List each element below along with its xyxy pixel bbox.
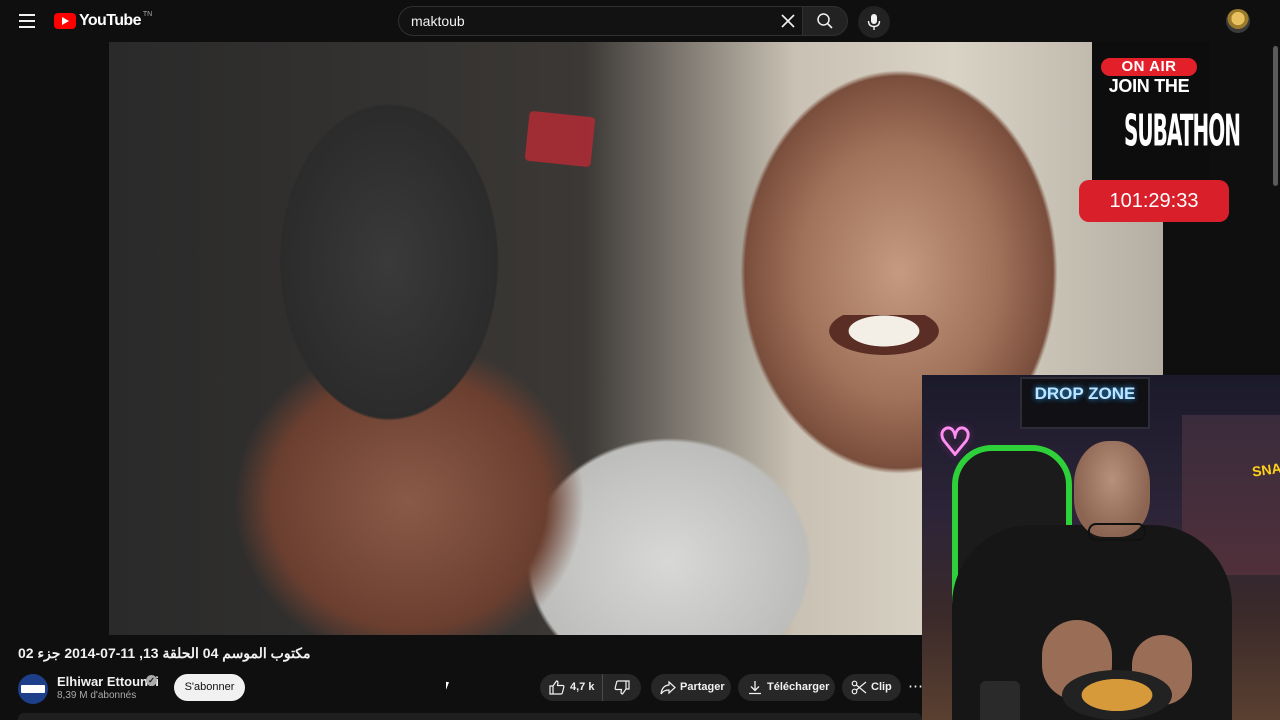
search-button[interactable] xyxy=(802,6,848,36)
like-count: 4,7 k xyxy=(570,681,595,693)
search-icon xyxy=(817,13,833,29)
like-button[interactable]: 4,7 k xyxy=(540,674,603,701)
clip-button[interactable]: Clip xyxy=(842,674,901,701)
download-label: Télécharger xyxy=(767,681,830,693)
microphone-button[interactable] xyxy=(858,6,890,38)
mouse-cursor-icon xyxy=(446,681,449,691)
account-avatar[interactable] xyxy=(1226,9,1250,33)
bottle xyxy=(980,681,1020,720)
glasses xyxy=(1088,523,1146,541)
thumbs-up-icon xyxy=(549,680,565,695)
share-label: Partager xyxy=(680,681,725,693)
clip-label: Clip xyxy=(871,681,892,693)
on-air-badge: ON AIR xyxy=(1101,58,1197,76)
video-title: مكتوب الموسم 04 الحلقة 13, 11-07-2014 جز… xyxy=(18,645,311,661)
search-input[interactable] xyxy=(411,13,771,29)
channel-avatar[interactable] xyxy=(18,674,48,704)
video-frame-detail xyxy=(524,110,596,168)
like-dislike-group: 4,7 k xyxy=(540,674,641,701)
subathon-timer: 101:29:33 xyxy=(1079,180,1229,222)
play-logo-icon xyxy=(54,13,76,29)
subscribe-button[interactable]: S'abonner xyxy=(174,674,245,701)
hamburger-menu-icon[interactable] xyxy=(14,9,40,33)
download-icon xyxy=(749,681,761,695)
food-plate xyxy=(1062,670,1172,720)
description-box-edge[interactable] xyxy=(18,713,922,720)
streamer-webcam: DROP ZONE SNAP ♡ xyxy=(922,375,1280,720)
more-actions-icon[interactable]: ⋯ xyxy=(908,674,923,701)
neon-sign: DROP ZONE xyxy=(1020,377,1150,429)
scissors-icon xyxy=(851,680,867,695)
video-frame-detail xyxy=(829,315,939,355)
clear-search-icon[interactable] xyxy=(778,11,798,31)
app-window: YouTube TN ON AIR JOIN THE SUBATHON 101:… xyxy=(0,0,1280,720)
subathon-text: SUBATHON xyxy=(1124,93,1241,170)
youtube-logo[interactable]: YouTube TN xyxy=(54,11,152,31)
verified-check-icon: ✓ xyxy=(146,675,157,686)
search-box xyxy=(398,6,802,36)
logo-text: YouTube xyxy=(79,12,141,29)
download-button[interactable]: Télécharger xyxy=(738,674,835,701)
microphone-icon xyxy=(867,14,881,30)
subscriber-count: 8,39 M d'abonnés xyxy=(57,690,137,701)
thumbs-down-icon[interactable] xyxy=(614,680,630,695)
share-arrow-icon xyxy=(660,680,676,695)
logo-region: TN xyxy=(142,10,153,18)
neon-sign-text: DROP ZONE xyxy=(1034,384,1136,403)
scrollbar-thumb[interactable] xyxy=(1273,46,1278,186)
channel-name[interactable]: Elhiwar Ettounsi xyxy=(57,674,159,689)
share-button[interactable]: Partager xyxy=(651,674,731,701)
top-bar: YouTube TN xyxy=(0,0,1280,42)
